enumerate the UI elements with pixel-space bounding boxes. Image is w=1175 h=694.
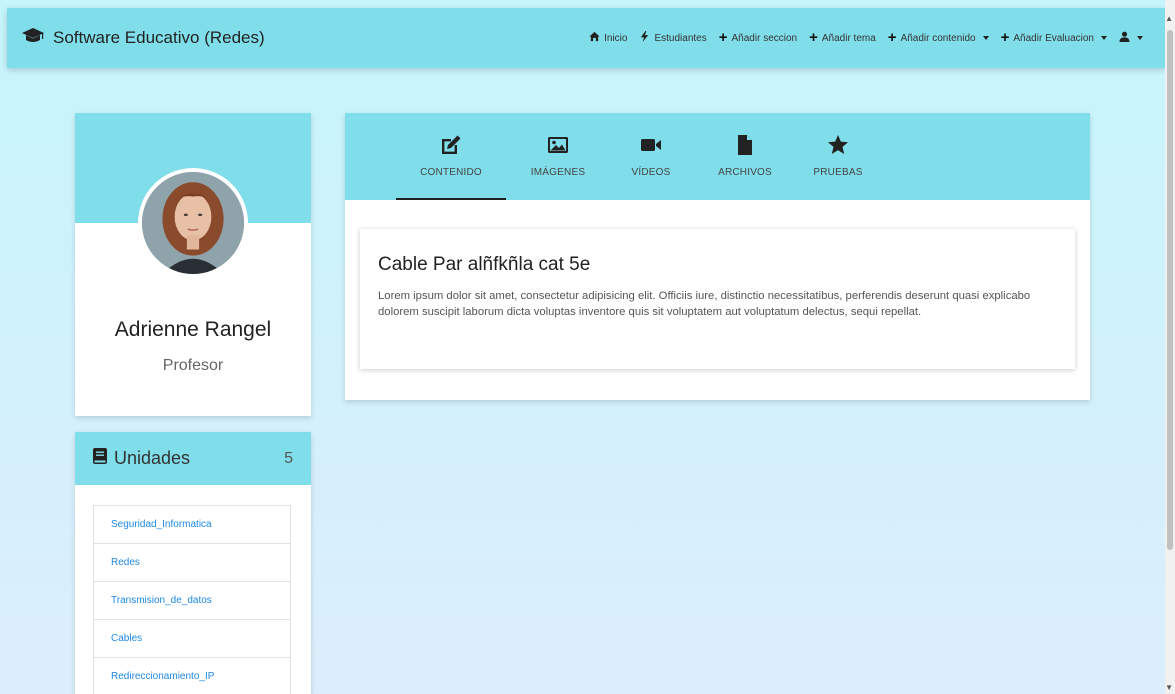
nav-inicio[interactable]: Inicio <box>589 31 627 45</box>
image-icon <box>547 136 569 167</box>
nav-anadir-evaluacion-label: Añadir Evaluacion <box>1013 32 1094 44</box>
star-icon <box>827 134 849 167</box>
unit-item-transmision-de-datos[interactable]: Transmision_de_datos <box>93 581 291 620</box>
caret-down-icon <box>1101 36 1107 40</box>
graduation-cap-icon <box>21 27 45 50</box>
tab-pruebas[interactable]: Pruebas <box>806 113 870 200</box>
tab-contenido-label: Contenido <box>420 166 482 178</box>
content-panel: Contenido Imágenes Vídeos Archivos <box>345 113 1090 400</box>
tab-imagenes-label: Imágenes <box>530 166 586 178</box>
tab-videos[interactable]: Vídeos <box>621 113 681 200</box>
app-root: Software Educativo (Redes) Inicio Estudi… <box>0 0 1175 694</box>
nav-anadir-tema-label: Añadir tema <box>821 32 876 44</box>
tab-pruebas-label: Pruebas <box>813 166 863 178</box>
plus-icon: + <box>718 29 728 46</box>
tab-imagenes[interactable]: Imágenes <box>521 113 595 200</box>
nav-anadir-evaluacion-dropdown[interactable]: + Añadir Evaluacion <box>1000 29 1107 46</box>
nav-anadir-seccion[interactable]: + Añadir seccion <box>718 29 798 46</box>
units-title: Unidades <box>93 448 190 469</box>
tabs-bar: Contenido Imágenes Vídeos Archivos <box>345 113 1090 200</box>
nav-estudiantes[interactable]: Estudiantes <box>639 31 707 45</box>
units-header: Unidades 5 <box>75 432 311 485</box>
units-list: Seguridad_Informatica Redes Transmision_… <box>93 505 291 694</box>
book-icon <box>93 448 107 469</box>
caret-down-icon <box>1137 36 1143 40</box>
bolt-icon <box>639 31 650 45</box>
nav-anadir-contenido-label: Añadir contenido <box>900 32 976 44</box>
scroll-up-arrow-icon[interactable]: ▲ <box>1165 14 1173 23</box>
profile-role: Profesor <box>162 357 224 374</box>
brand[interactable]: Software Educativo (Redes) <box>21 27 265 50</box>
nav-inicio-label: Inicio <box>604 32 628 44</box>
video-icon <box>640 136 662 167</box>
tab-archivos-label: Archivos <box>718 166 772 178</box>
tab-archivos[interactable]: Archivos <box>709 113 781 200</box>
profile-card: Adrienne Rangel Profesor <box>75 113 311 416</box>
unit-item-seguridad-informatica[interactable]: Seguridad_Informatica <box>93 505 291 544</box>
file-icon <box>734 134 756 167</box>
unit-item-redes[interactable]: Redes <box>93 543 291 582</box>
edit-icon <box>440 135 462 167</box>
plus-icon: + <box>887 29 897 46</box>
scrollbar-thumb[interactable] <box>1167 30 1173 550</box>
unit-item-redireccionamiento-ip[interactable]: Redireccionamiento_IP <box>93 657 291 694</box>
content-card: Cable Par alñfkñla cat 5e Lorem ipsum do… <box>360 229 1075 369</box>
nav-anadir-contenido-dropdown[interactable]: + Añadir contenido <box>887 29 989 46</box>
user-menu-dropdown[interactable] <box>1119 31 1143 45</box>
page-scrollbar[interactable]: ▲ ▼ <box>1165 0 1175 694</box>
plus-icon: + <box>1000 29 1010 46</box>
nav-estudiantes-label: Estudiantes <box>654 32 707 44</box>
unit-item-cables[interactable]: Cables <box>93 619 291 658</box>
avatar <box>138 168 248 278</box>
profile-name: Adrienne Rangel <box>114 318 272 341</box>
plus-icon: + <box>809 29 818 46</box>
scroll-down-arrow-icon[interactable]: ▼ <box>1165 683 1173 692</box>
tab-videos-label: Vídeos <box>631 166 671 178</box>
brand-title: Software Educativo (Redes) <box>53 28 265 47</box>
content-title: Cable Par alñfkñla cat 5e <box>378 254 591 275</box>
nav-anadir-seccion-label: Añadir seccion <box>731 32 798 44</box>
units-title-label: Unidades <box>114 448 191 468</box>
content-body: Lorem ipsum dolor sit amet, consectetur … <box>378 290 1031 318</box>
home-icon <box>589 31 600 45</box>
top-navbar: Software Educativo (Redes) Inicio Estudi… <box>7 8 1165 68</box>
units-card: Unidades 5 Seguridad_Informatica Redes T… <box>75 432 311 694</box>
caret-down-icon <box>982 36 989 40</box>
nav-links: Inicio Estudiantes + Añadir seccion + Añ… <box>589 29 1143 46</box>
tab-contenido[interactable]: Contenido <box>396 113 506 200</box>
user-icon <box>1119 31 1130 45</box>
units-count-badge: 5 <box>284 449 293 467</box>
nav-anadir-tema[interactable]: + Añadir tema <box>809 29 876 46</box>
